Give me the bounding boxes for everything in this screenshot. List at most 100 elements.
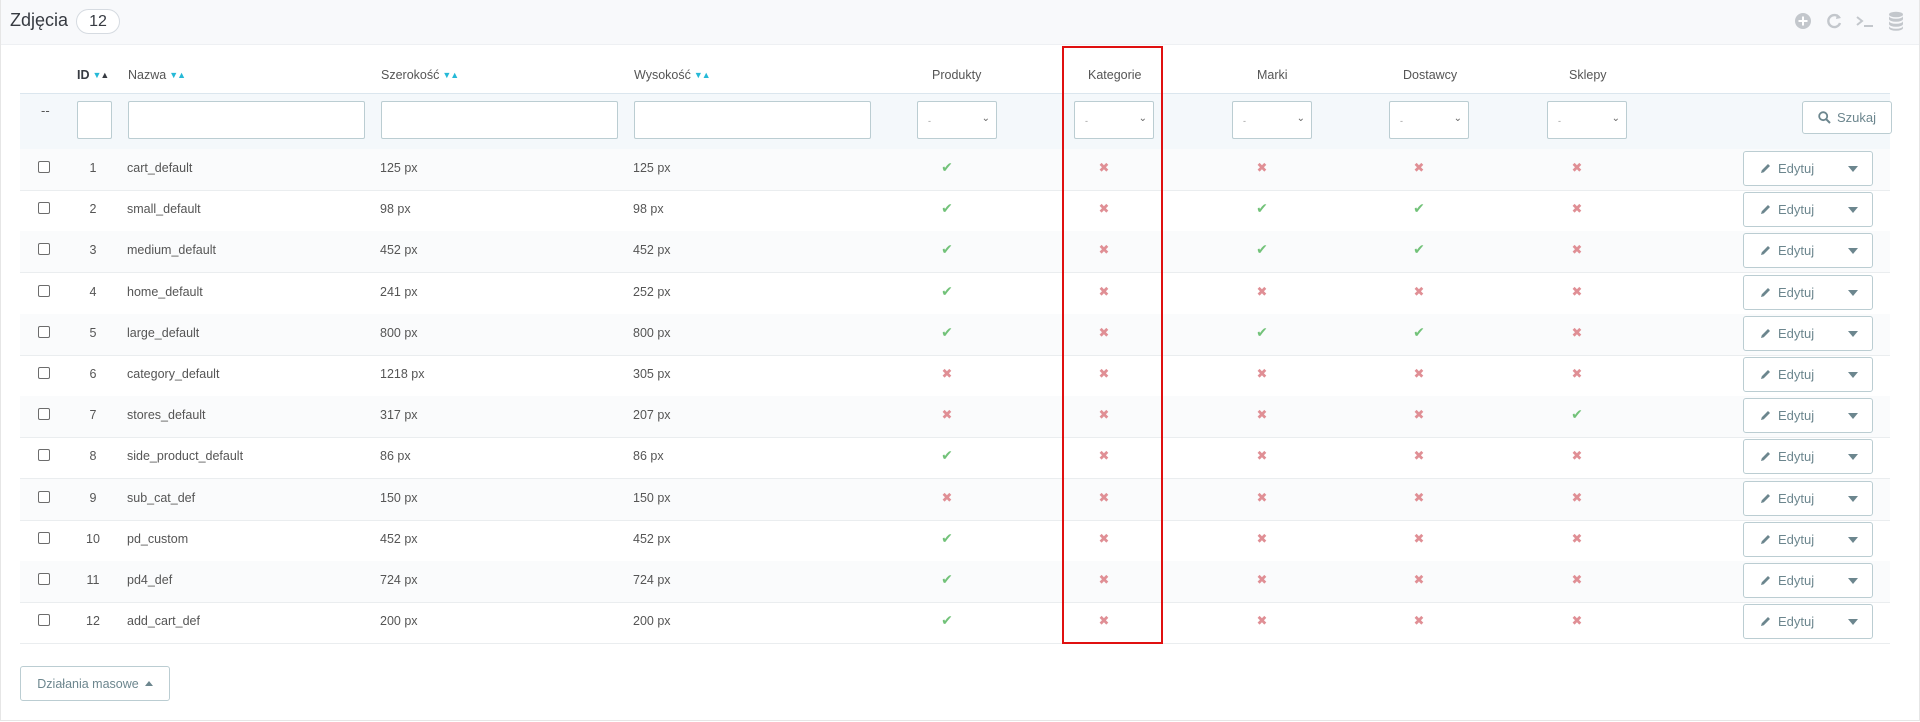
row-checkbox[interactable] — [38, 614, 50, 627]
caret-down-icon[interactable] — [1848, 207, 1858, 214]
cross-icon: ✖ — [941, 489, 953, 505]
check-icon: ✔ — [941, 529, 953, 546]
sort-asc-icon[interactable]: ▲ — [100, 70, 109, 80]
pencil-icon — [1761, 328, 1770, 338]
caret-down-icon[interactable] — [1848, 454, 1858, 461]
cross-icon: ✖ — [1571, 613, 1583, 629]
caret-down-icon[interactable] — [1848, 372, 1858, 378]
row-checkbox[interactable] — [38, 449, 50, 462]
filter-brands-select[interactable]: - ⌄ — [1232, 101, 1312, 139]
cell-id: 11 — [86, 573, 100, 587]
cell-width: 200 px — [380, 614, 418, 629]
cell-height: 724 px — [633, 573, 671, 587]
edit-button[interactable]: Edytuj — [1743, 315, 1873, 351]
edit-button[interactable]: Edytuj — [1743, 357, 1873, 392]
sort-desc-icon[interactable]: ▼ — [694, 70, 703, 80]
table-row: 5 large_default 800 px 800 px ✔ ✖ ✔ ✔ ✖ Edytuj — [20, 313, 1890, 356]
cross-icon: ✖ — [1256, 283, 1268, 299]
cell-width: 125 px — [380, 161, 418, 175]
edit-button[interactable]: Edytuj — [1743, 604, 1873, 640]
filter-categories-select[interactable]: - ⌄ — [1074, 101, 1154, 139]
row-checkbox[interactable] — [38, 243, 50, 256]
panel-header: Zdjęcia 12 — [1, 0, 1919, 45]
cell-width: 724 px — [380, 573, 418, 587]
select-value: - — [1085, 116, 1088, 126]
cell-id: 8 — [89, 449, 97, 464]
cell-width: 241 px — [380, 284, 418, 299]
cell-height: 207 px — [633, 408, 671, 423]
edit-button[interactable]: Edytuj — [1743, 398, 1873, 434]
caret-down-icon[interactable] — [1848, 413, 1858, 420]
caret-down-icon[interactable] — [1848, 248, 1858, 255]
row-checkbox[interactable] — [38, 573, 50, 585]
cell-width: 317 px — [380, 408, 418, 423]
row-checkbox[interactable] — [38, 284, 50, 297]
database-icon[interactable] — [1885, 10, 1907, 32]
plus-circle-icon[interactable] — [1792, 10, 1814, 32]
row-checkbox[interactable] — [38, 367, 50, 379]
edit-button[interactable]: Edytuj — [1743, 274, 1873, 310]
filter-id-input[interactable] — [77, 101, 112, 139]
check-icon: ✔ — [1413, 241, 1425, 258]
cell-name: pd_custom — [127, 531, 189, 546]
cross-icon: ✖ — [1098, 489, 1110, 505]
caret-down-icon[interactable] — [1848, 578, 1858, 584]
edit-button-label: Edytuj — [1778, 284, 1815, 300]
pencil-icon — [1761, 493, 1770, 503]
cross-icon: ✖ — [1413, 160, 1425, 175]
filter-products-select[interactable]: - ⌄ — [917, 101, 997, 139]
row-checkbox[interactable] — [38, 531, 50, 544]
edit-button-label: Edytuj — [1778, 367, 1815, 382]
caret-down-icon[interactable] — [1848, 166, 1858, 172]
sort-asc-icon[interactable]: ▲ — [450, 70, 459, 80]
col-header-suppliers: Dostawcy — [1403, 68, 1458, 82]
caret-down-icon[interactable] — [1848, 619, 1858, 626]
cell-name: cart_default — [127, 161, 193, 175]
caret-down-icon[interactable] — [1848, 330, 1858, 337]
edit-button[interactable]: Edytuj — [1743, 192, 1873, 228]
edit-button[interactable]: Edytuj — [1743, 521, 1873, 557]
row-checkbox[interactable] — [38, 161, 50, 173]
col-header-name: Nazwa ▼▲ — [128, 68, 186, 82]
col-header-brands: Marki — [1257, 68, 1288, 82]
search-button[interactable]: Szukaj — [1802, 101, 1892, 134]
cross-icon: ✖ — [1571, 242, 1583, 258]
caret-down-icon[interactable] — [1848, 289, 1858, 296]
cell-id: 6 — [89, 367, 97, 381]
row-checkbox[interactable] — [38, 325, 50, 338]
filter-stores-select[interactable]: - ⌄ — [1547, 101, 1627, 139]
cross-icon: ✖ — [1256, 160, 1268, 175]
cell-width: 86 px — [380, 449, 411, 464]
caret-down-icon[interactable] — [1848, 495, 1858, 502]
filter-suppliers-select[interactable]: - ⌄ — [1389, 101, 1469, 139]
table-row: 4 home_default 241 px 252 px ✔ ✖ ✖ ✖ ✖ Edytuj — [20, 273, 1890, 315]
filter-name-input[interactable] — [128, 101, 365, 139]
cell-name: stores_default — [127, 408, 206, 423]
cell-name: medium_default — [127, 243, 216, 258]
filter-height-input[interactable] — [634, 101, 871, 139]
edit-button-label: Edytuj — [1778, 573, 1815, 588]
edit-button[interactable]: Edytuj — [1743, 233, 1873, 269]
row-checkbox[interactable] — [38, 408, 50, 421]
row-checkbox[interactable] — [38, 202, 50, 215]
check-icon: ✔ — [941, 447, 953, 464]
col-header-name-label: Nazwa — [128, 68, 167, 82]
edit-button[interactable]: Edytuj — [1743, 439, 1873, 475]
check-icon: ✔ — [941, 282, 953, 299]
caret-down-icon[interactable] — [1848, 536, 1858, 543]
edit-button-label: Edytuj — [1778, 325, 1815, 341]
edit-button[interactable]: Edytuj — [1743, 480, 1873, 516]
edit-button-label: Edytuj — [1778, 202, 1815, 218]
sort-asc-icon[interactable]: ▲ — [177, 70, 186, 80]
refresh-icon[interactable] — [1823, 10, 1845, 32]
cross-icon: ✖ — [1413, 283, 1425, 299]
row-checkbox[interactable] — [38, 490, 50, 503]
terminal-icon[interactable] — [1854, 10, 1876, 32]
edit-button[interactable]: Edytuj — [1743, 151, 1873, 186]
sort-desc-icon[interactable]: ▼ — [169, 70, 178, 80]
sort-asc-icon[interactable]: ▲ — [702, 70, 711, 80]
filter-width-input[interactable] — [381, 101, 618, 139]
edit-button[interactable]: Edytuj — [1743, 563, 1873, 598]
bulk-actions-button[interactable]: Działania masowe — [20, 666, 170, 701]
edit-button-label: Edytuj — [1778, 614, 1815, 630]
